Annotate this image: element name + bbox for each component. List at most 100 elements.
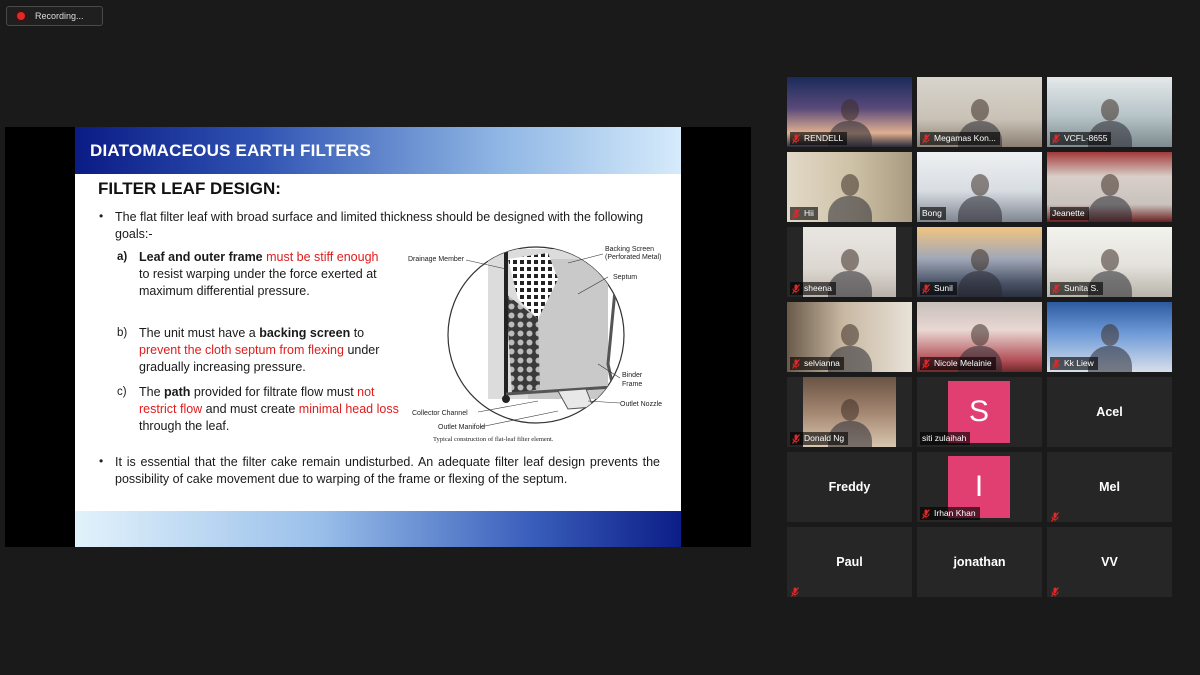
participant-display-name: VV	[1101, 555, 1118, 569]
participant-silhouette	[827, 196, 872, 222]
muted-mic-icon	[1052, 283, 1060, 294]
label-collector: Collector Channel	[412, 410, 468, 417]
participant-name: Jeanette	[1052, 208, 1085, 218]
bullet-marker: •	[99, 454, 104, 468]
participant-display-name: Freddy	[828, 480, 871, 494]
participant-name: RENDELL	[804, 133, 844, 143]
participant-tile[interactable]: Hii	[787, 152, 912, 222]
participant-name-label: sheena	[790, 282, 836, 295]
participant-display-name: jonathan	[953, 555, 1006, 569]
slide-heading: FILTER LEAF DESIGN:	[98, 179, 281, 198]
participant-tile[interactable]: VCFL-8655	[1047, 77, 1172, 147]
bullet-marker: •	[99, 209, 104, 223]
participant-silhouette	[1100, 174, 1119, 196]
participant-name-label: VCFL-8655	[1050, 132, 1112, 145]
slide-bullet-2: It is essential that the filter cake rem…	[115, 455, 660, 486]
participant-display-name: Paul	[836, 555, 863, 569]
participant-tile[interactable]: Megamas Kon...	[917, 77, 1042, 147]
participant-name-label: Megamas Kon...	[920, 132, 1000, 145]
muted-mic-icon	[792, 133, 800, 144]
participant-name: Irhan Khan	[934, 508, 976, 518]
participant-name: Sunil	[934, 283, 953, 293]
presentation-slide: DIATOMACEOUS EARTH FILTERS FILTER LEAF D…	[75, 127, 681, 547]
participant-name: Sunita S.	[1064, 283, 1099, 293]
slide-title-bar: DIATOMACEOUS EARTH FILTERS	[75, 127, 681, 174]
participant-silhouette	[840, 324, 859, 346]
muted-mic-icon	[792, 433, 800, 444]
participant-tile[interactable]: Ssiti zulaihah	[917, 377, 1042, 447]
participant-tile[interactable]: I Irhan Khan	[917, 452, 1042, 522]
participant-silhouette	[970, 99, 989, 121]
participant-silhouette	[970, 249, 989, 271]
muted-mic-icon	[1052, 133, 1060, 144]
recording-indicator[interactable]: Recording...	[6, 6, 103, 26]
participant-tile[interactable]: Paul	[787, 527, 912, 597]
participant-name-label: siti zulaihah	[920, 432, 971, 445]
participant-name: siti zulaihah	[922, 433, 967, 443]
participant-name: VCFL-8655	[1064, 133, 1108, 143]
participant-tile[interactable]: Jeanette	[1047, 152, 1172, 222]
participant-name: Bong	[922, 208, 942, 218]
participant-name-label: RENDELL	[790, 132, 848, 145]
slide-footer-bar	[75, 511, 681, 547]
muted-mic-icon	[791, 584, 799, 597]
slide-title: DIATOMACEOUS EARTH FILTERS	[90, 141, 371, 160]
muted-mic-icon	[922, 133, 930, 144]
participant-name-label: selvianna	[790, 357, 844, 370]
muted-mic-icon	[1052, 358, 1060, 369]
slide-item-c: The path provided for filtrate flow must…	[139, 385, 399, 433]
muted-mic-icon	[1051, 509, 1059, 522]
participant-name-label: Donald Ng	[790, 432, 849, 445]
participant-tile[interactable]: Sunil	[917, 227, 1042, 297]
participant-silhouette	[957, 196, 1002, 222]
participant-tile[interactable]: Donald Ng	[787, 377, 912, 447]
participant-name: Hii	[804, 208, 814, 218]
participant-silhouette	[970, 324, 989, 346]
participant-tile[interactable]: Freddy	[787, 452, 912, 522]
label-manifold: Outlet Manifold	[438, 424, 485, 431]
participant-tile[interactable]: VV	[1047, 527, 1172, 597]
participant-name: sheena	[804, 283, 832, 293]
participant-name: Donald Ng	[804, 433, 845, 443]
participant-tile[interactable]: jonathan	[917, 527, 1042, 597]
participant-name-label: Hii	[790, 207, 818, 220]
participant-name-label: Nicole Melainie	[920, 357, 996, 370]
participant-tile[interactable]: sheena	[787, 227, 912, 297]
participant-tile[interactable]: Kk Liew	[1047, 302, 1172, 372]
label-binder: Binder	[622, 372, 643, 379]
participant-tile[interactable]: Mel	[1047, 452, 1172, 522]
participant-display-name: Acel	[1096, 405, 1123, 419]
participant-name: Nicole Melainie	[934, 358, 992, 368]
participant-silhouette	[840, 249, 859, 271]
muted-mic-icon	[922, 358, 930, 369]
participant-name: Kk Liew	[1064, 358, 1094, 368]
label-frame: Frame	[622, 381, 642, 388]
participant-tile[interactable]: selvianna	[787, 302, 912, 372]
participant-name-label: Sunita S.	[1050, 282, 1103, 295]
participant-tile[interactable]: Bong	[917, 152, 1042, 222]
participant-tile[interactable]: Acel	[1047, 377, 1172, 447]
participant-name: selvianna	[804, 358, 840, 368]
label-backing: Backing Screen	[605, 246, 654, 253]
muted-mic-icon	[922, 283, 930, 294]
participant-silhouette	[957, 271, 1002, 297]
item-c-marker: c)	[117, 386, 127, 398]
diagram-caption: Typical construction of flat-leaf filter…	[433, 436, 554, 443]
participant-tile[interactable]: Nicole Melainie	[917, 302, 1042, 372]
recording-label: Recording...	[35, 11, 84, 21]
participant-name-label: Kk Liew	[1050, 357, 1098, 370]
participant-silhouette	[1100, 99, 1119, 121]
participant-tile[interactable]: Sunita S.	[1047, 227, 1172, 297]
label-perforated: (Perforated Metal)	[605, 254, 661, 261]
muted-mic-icon	[922, 508, 930, 519]
muted-mic-icon	[792, 358, 800, 369]
slide-bullet-1: The flat filter leaf with broad surface …	[115, 210, 644, 241]
participant-name: Megamas Kon...	[934, 133, 996, 143]
record-icon	[17, 12, 25, 20]
participant-silhouette	[840, 99, 859, 121]
label-drainage: Drainage Member	[408, 256, 465, 263]
participant-display-name: Mel	[1099, 480, 1120, 494]
participant-tile[interactable]: RENDELL	[787, 77, 912, 147]
participant-silhouette	[840, 399, 859, 421]
label-septum: Septum	[613, 274, 637, 281]
